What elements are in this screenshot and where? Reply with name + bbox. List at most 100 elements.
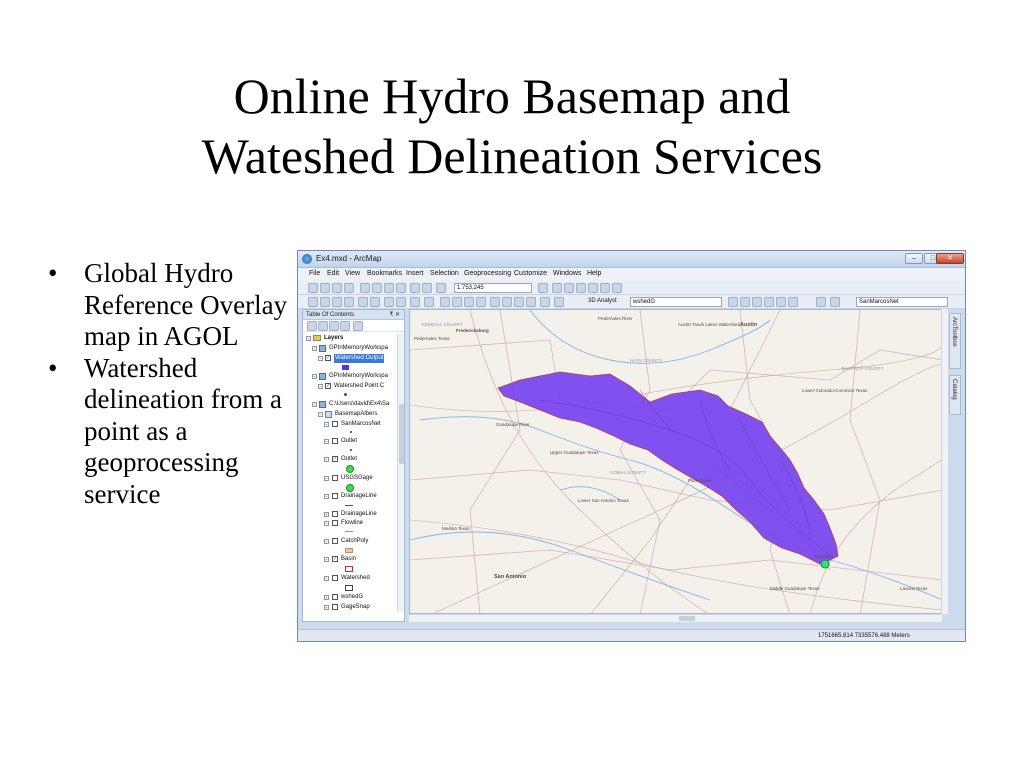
toc-row-watershed-output[interactable]: − ✓ Watershed Output xyxy=(303,354,398,363)
new-document-icon[interactable] xyxy=(308,283,318,293)
find-icon[interactable] xyxy=(502,297,512,307)
time-slider-icon[interactable] xyxy=(540,297,550,307)
identify-icon[interactable] xyxy=(452,297,462,307)
close-button[interactable]: ✕ xyxy=(936,253,964,264)
layer-checkbox[interactable] xyxy=(332,438,338,444)
model-builder-icon[interactable] xyxy=(612,283,622,293)
toc-row-usgsgage[interactable]: − USGSGage xyxy=(303,474,398,483)
undo-icon[interactable] xyxy=(410,283,420,293)
tab-catalog[interactable]: Catalog xyxy=(949,375,961,415)
paste-icon[interactable] xyxy=(384,283,394,293)
layer-checkbox[interactable] xyxy=(332,421,338,427)
toc-row-layers[interactable]: − Layers xyxy=(303,334,398,343)
menu-customize[interactable]: Customize xyxy=(514,270,547,277)
redo-icon[interactable] xyxy=(422,283,432,293)
fixed-zoom-out-icon[interactable] xyxy=(370,297,380,307)
toc-row-watershed-point[interactable]: − ✓ Watershed Point C xyxy=(303,382,398,391)
zoom-in-icon[interactable] xyxy=(308,297,318,307)
profile-graph-icon[interactable] xyxy=(788,297,798,307)
toc-icon[interactable] xyxy=(552,283,562,293)
copy-icon[interactable] xyxy=(372,283,382,293)
viewer-icon[interactable] xyxy=(554,297,564,307)
layer-checkbox[interactable]: ✓ xyxy=(325,355,331,361)
save-icon[interactable] xyxy=(332,283,342,293)
editor-icon[interactable] xyxy=(538,283,548,293)
list-by-selection-icon[interactable] xyxy=(340,321,350,331)
layer-checkbox[interactable] xyxy=(332,604,338,610)
layer-checkbox[interactable] xyxy=(332,520,338,526)
menu-help[interactable]: Help xyxy=(587,270,601,277)
layer-checkbox[interactable] xyxy=(332,594,338,600)
menu-geoprocessing[interactable]: Geoprocessing xyxy=(464,270,511,277)
layer-checkbox[interactable] xyxy=(332,511,338,517)
toc-options-icon[interactable] xyxy=(353,321,363,331)
toc-row-drainageline-1[interactable]: − DrainageLine xyxy=(303,492,398,501)
html-popup-icon[interactable] xyxy=(476,297,486,307)
toc-row-wshedg[interactable]: + wshedG xyxy=(303,593,398,602)
toc-scrollbar[interactable] xyxy=(397,334,404,612)
network-dropdown[interactable]: SanMarcosNet xyxy=(856,297,948,307)
python-icon[interactable] xyxy=(600,283,610,293)
forward-icon[interactable] xyxy=(396,297,406,307)
layer-checkbox[interactable] xyxy=(332,538,338,544)
toc-row-outlet-1[interactable]: − Outlet xyxy=(303,437,398,446)
interpolate-line-icon[interactable] xyxy=(776,297,786,307)
toc-row-basemap-albers[interactable]: − BasemapAlbers xyxy=(303,410,398,419)
toc-row-drainageline-2[interactable]: + DrainageLine xyxy=(303,510,398,519)
find-route-icon[interactable] xyxy=(514,297,524,307)
map-vertical-scrollbar[interactable] xyxy=(941,309,948,614)
toc-row-gpinmemory-2[interactable]: − GPInMemoryWorkspa xyxy=(303,372,398,381)
hyperlink-icon[interactable] xyxy=(464,297,474,307)
toc-row-watershed[interactable]: − Watershed xyxy=(303,574,398,583)
menu-selection[interactable]: Selection xyxy=(430,270,459,277)
back-icon[interactable] xyxy=(384,297,394,307)
search-icon[interactable] xyxy=(576,283,586,293)
layer-dropdown[interactable]: wshedG xyxy=(630,297,722,307)
line-of-sight-icon[interactable] xyxy=(752,297,762,307)
scale-field[interactable]: 1:753,245 xyxy=(454,283,532,293)
measure-icon[interactable] xyxy=(490,297,500,307)
menu-view[interactable]: View xyxy=(345,270,360,277)
layer-checkbox[interactable] xyxy=(332,575,338,581)
fixed-zoom-in-icon[interactable] xyxy=(358,297,368,307)
toc-row-sanmarcosnet[interactable]: − SanMarcosNet xyxy=(303,420,398,429)
layer-checkbox[interactable]: ✓ xyxy=(332,556,338,562)
arctoolbox-icon[interactable] xyxy=(588,283,598,293)
menu-insert[interactable]: Insert xyxy=(406,270,424,277)
list-by-drawing-order-icon[interactable] xyxy=(307,321,317,331)
create-contours-icon[interactable] xyxy=(728,297,738,307)
layer-checkbox[interactable]: ✓ xyxy=(325,383,331,389)
map-horizontal-scrollbar[interactable] xyxy=(409,614,942,622)
toc-row-flowline[interactable]: − Flowline xyxy=(303,519,398,528)
catalog-icon[interactable] xyxy=(564,283,574,293)
layer-checkbox[interactable] xyxy=(332,493,338,499)
full-extent-icon[interactable] xyxy=(344,297,354,307)
steepest-path-icon[interactable] xyxy=(740,297,750,307)
cut-icon[interactable] xyxy=(360,283,370,293)
toc-row-workspace-path[interactable]: − C:\Users\david\Ex4\Sa xyxy=(303,400,398,409)
select-features-icon[interactable] xyxy=(410,297,420,307)
zoom-out-icon[interactable] xyxy=(320,297,330,307)
toc-pin-close[interactable]: ₹ ✕ xyxy=(389,310,400,320)
menu-windows[interactable]: Windows xyxy=(553,270,581,277)
list-by-source-icon[interactable] xyxy=(318,321,328,331)
toc-row-catchpoly[interactable]: − CatchPoly xyxy=(303,537,398,546)
open-icon[interactable] xyxy=(320,283,330,293)
layer-checkbox[interactable] xyxy=(332,475,338,481)
menu-file[interactable]: File xyxy=(309,270,320,277)
toc-row-outlet-2[interactable]: − ✓ Outlet xyxy=(303,455,398,464)
menu-bookmarks[interactable]: Bookmarks xyxy=(367,270,402,277)
arcscene-icon[interactable] xyxy=(830,297,840,307)
clear-selection-icon[interactable] xyxy=(424,297,434,307)
list-by-visibility-icon[interactable] xyxy=(329,321,339,331)
minimize-button[interactable]: – xyxy=(905,253,923,264)
select-elements-icon[interactable] xyxy=(440,297,450,307)
toc-row-gagesnap[interactable]: + GageSnap xyxy=(303,603,398,612)
toc-row-gpinmemory-1[interactable]: − GPInMemoryWorkspa xyxy=(303,344,398,353)
interpolate-point-icon[interactable] xyxy=(764,297,774,307)
tab-arctoolbox[interactable]: ArcToolbox xyxy=(949,313,961,369)
3d-analyst-label[interactable]: 3D Analyst xyxy=(588,298,617,304)
add-data-icon[interactable] xyxy=(436,283,446,293)
go-to-xy-icon[interactable] xyxy=(526,297,536,307)
map-view[interactable]: Pedernales River Austin-Travis Lakes Wat… xyxy=(409,309,942,614)
